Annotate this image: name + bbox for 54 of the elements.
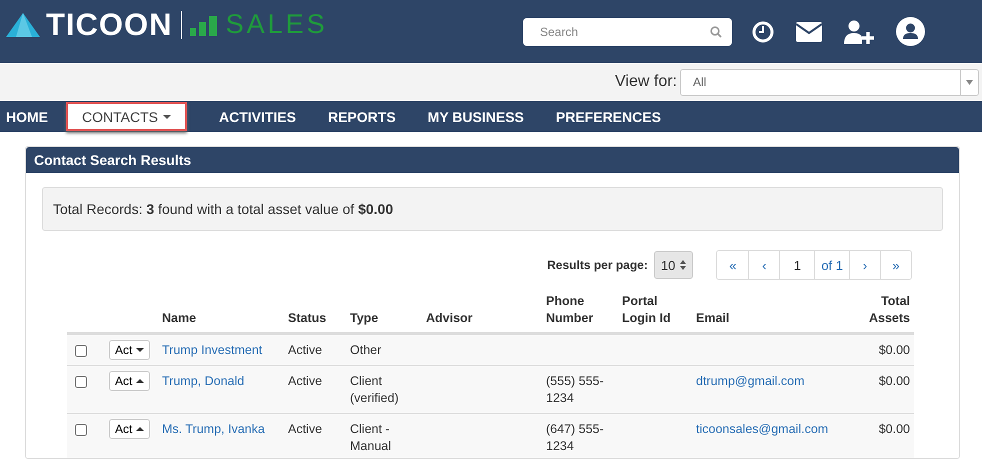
status-text: Active bbox=[288, 374, 322, 388]
type-text: Client - Manual bbox=[350, 422, 391, 453]
search-icon bbox=[710, 26, 722, 38]
next-page-button[interactable]: › bbox=[849, 251, 880, 279]
action-menu-button[interactable]: Act bbox=[109, 340, 150, 360]
clock-icon[interactable] bbox=[752, 20, 774, 42]
phone-text: (555) 555-1234 bbox=[546, 374, 604, 405]
status-text: Active bbox=[288, 343, 322, 357]
column-header: Total Assets bbox=[869, 294, 910, 325]
view-for-dropdown[interactable]: All bbox=[680, 68, 979, 96]
caret-icon bbox=[966, 80, 973, 84]
column-header: Type bbox=[350, 311, 378, 325]
panel-header: Contact Search Results bbox=[26, 147, 959, 173]
column-header: Status bbox=[288, 311, 326, 325]
row-checkbox[interactable] bbox=[75, 345, 87, 357]
triangle-logo-icon bbox=[6, 12, 40, 36]
type-text: Client (verified) bbox=[350, 374, 399, 405]
column-header: Portal Login Id bbox=[622, 294, 671, 325]
phone-text: (647) 555-1234 bbox=[546, 422, 604, 453]
contact-name-link[interactable]: Trump, Donald bbox=[162, 374, 244, 388]
total-assets-text: $0.00 bbox=[878, 422, 910, 436]
column-header: Name bbox=[162, 311, 196, 325]
product-name: SALES bbox=[226, 9, 328, 40]
row-checkbox[interactable] bbox=[75, 376, 87, 388]
bar-chart-logo-icon bbox=[190, 14, 220, 36]
brand-name: TICOON bbox=[46, 6, 173, 42]
total-assets-text: $0.00 bbox=[878, 374, 910, 388]
nav-tab[interactable]: REPORTS bbox=[312, 101, 412, 132]
column-header: Phone Number bbox=[546, 294, 594, 325]
results-per-page-label: Results per page: bbox=[547, 258, 648, 272]
search-field[interactable]: Search bbox=[523, 18, 732, 46]
total-records-summary: Total Records: 3 found with a total asset value of $0.00 bbox=[42, 187, 943, 231]
nav-tab[interactable]: ACTIVITIES bbox=[202, 101, 312, 132]
nav-tab[interactable]: MY BUSINESS bbox=[412, 101, 540, 132]
view-for-label: View for: bbox=[615, 73, 677, 91]
page-count: of 1 bbox=[814, 251, 849, 279]
type-text: Other bbox=[350, 343, 382, 357]
mail-icon[interactable] bbox=[796, 22, 822, 42]
action-menu-button[interactable]: Act bbox=[109, 419, 150, 439]
add-user-icon[interactable] bbox=[844, 20, 874, 44]
column-header: Advisor bbox=[426, 311, 473, 325]
status-text: Active bbox=[288, 422, 322, 436]
results-per-page-select[interactable]: 10 bbox=[654, 251, 694, 279]
column-header: Email bbox=[696, 311, 730, 325]
row-checkbox[interactable] bbox=[75, 424, 87, 436]
total-assets-text: $0.00 bbox=[878, 343, 910, 357]
nav-tab[interactable]: PREFERENCES bbox=[540, 101, 677, 132]
nav-tab[interactable]: CONTACTS bbox=[66, 102, 187, 131]
action-menu-button[interactable]: Act bbox=[109, 371, 150, 391]
nav-tab[interactable]: HOME bbox=[0, 101, 64, 132]
first-page-button[interactable]: « bbox=[717, 251, 748, 279]
last-page-button[interactable]: » bbox=[880, 251, 911, 279]
up-down-caret-icon bbox=[680, 260, 686, 270]
user-avatar-icon[interactable] bbox=[896, 17, 925, 46]
